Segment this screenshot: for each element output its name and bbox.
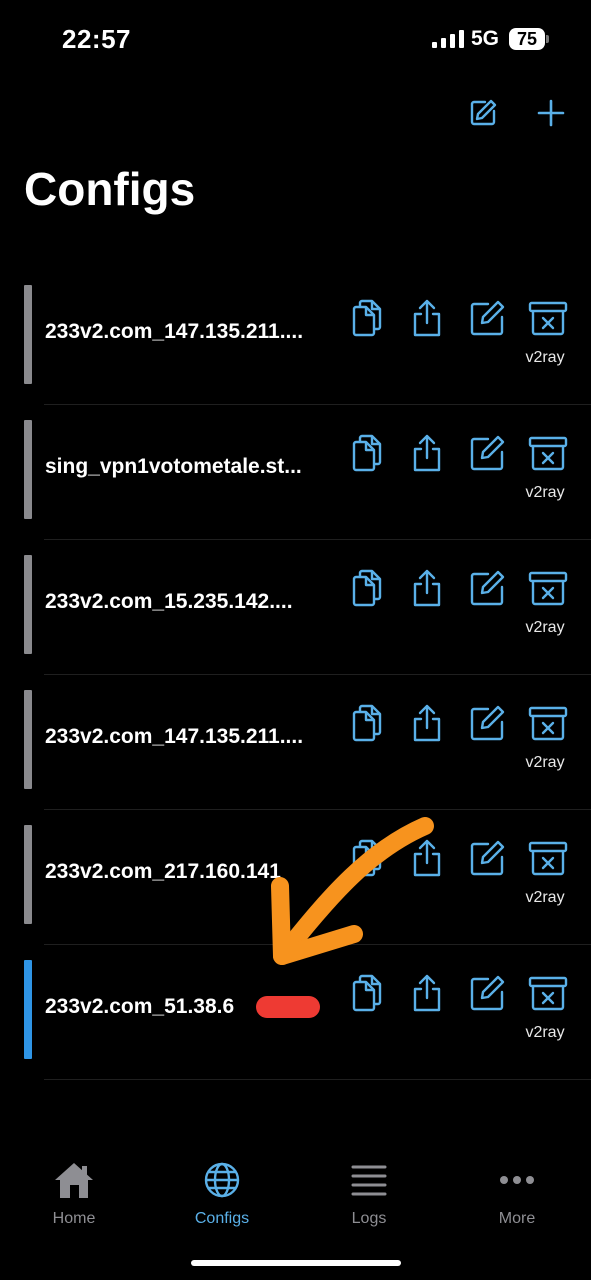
add-config-button[interactable] [532,94,570,132]
config-name[interactable]: sing_vpn1votometale.st... [45,455,335,479]
delete-config-button[interactable] [526,971,570,1015]
config-type: v2ray [525,889,565,906]
inactive-indicator [24,690,32,789]
duplicate-config-button[interactable] [345,296,389,340]
page-title: Configs [24,163,196,215]
status-time: 22:57 [62,24,131,54]
config-type: v2ray [525,349,565,366]
edit-icon [470,570,505,606]
edit-config-button[interactable] [465,566,509,610]
tab-home[interactable]: Home [14,1158,134,1228]
trash-icon [528,976,568,1011]
share-config-button[interactable] [405,971,449,1015]
ellipsis-icon [500,1176,534,1184]
active-indicator [24,960,32,1059]
copy-icon [352,434,382,472]
edit-icon [470,99,497,126]
edit-icon [470,435,505,471]
delete-config-button[interactable] [526,296,570,340]
config-row[interactable]: sing_vpn1votometale.st... v2ray [0,405,591,540]
trash-icon [528,571,568,606]
config-name[interactable]: 233v2.com_15.235.142.... [45,590,335,614]
config-name[interactable]: 233v2.com_147.135.211.... [45,725,335,749]
redaction-mark [256,996,320,1018]
tab-more[interactable]: More [457,1158,577,1228]
house-icon [55,1163,93,1198]
edit-icon [470,300,505,336]
tab-logs[interactable]: Logs [309,1158,429,1228]
copy-icon [352,704,382,742]
row-divider [44,1079,591,1080]
inactive-indicator [24,420,32,519]
inactive-indicator [24,285,32,384]
copy-icon [352,974,382,1012]
share-icon [413,704,441,742]
plus-icon [537,99,565,127]
edit-icon [470,705,505,741]
tab-label: More [498,1210,536,1227]
delete-config-button[interactable] [526,701,570,745]
tab-configs[interactable]: Configs [162,1158,282,1228]
trash-icon [528,301,568,336]
config-type: v2ray [525,1024,565,1041]
share-config-button[interactable] [405,431,449,475]
share-icon [413,299,441,337]
edit-icon [470,975,505,1011]
trash-icon [528,841,568,876]
duplicate-config-button[interactable] [345,971,389,1015]
edit-config-button[interactable] [465,431,509,475]
tab-label: Home [52,1210,96,1227]
edit-config-button[interactable] [465,296,509,340]
list-icon [351,1165,387,1196]
config-type: v2ray [525,619,565,636]
trash-icon [528,436,568,471]
delete-config-button[interactable] [526,836,570,880]
cellular-signal-icon [432,30,464,48]
config-type: v2ray [525,484,565,501]
duplicate-config-button[interactable] [345,431,389,475]
edit-config-button[interactable] [465,971,509,1015]
config-row[interactable]: 233v2.com_147.135.211.... v2ray [0,270,591,405]
copy-icon [352,569,382,607]
battery-level: 75 [509,28,545,50]
duplicate-config-button[interactable] [345,566,389,610]
duplicate-config-button[interactable] [345,701,389,745]
share-icon [413,434,441,472]
status-bar: 22:57 5G 75 [0,0,591,80]
tab-bar: Home Configs Logs More [0,1150,591,1240]
inactive-indicator [24,825,32,924]
copy-icon [352,299,382,337]
delete-config-button[interactable] [526,566,570,610]
config-name[interactable]: 233v2.com_147.135.211.... [45,320,335,344]
inactive-indicator [24,555,32,654]
config-row[interactable]: 233v2.com_15.235.142.... v2ray [0,540,591,675]
share-icon [413,569,441,607]
network-type: 5G [471,27,500,50]
battery-icon: 75 [509,28,549,50]
edit-config-button[interactable] [465,836,509,880]
tab-label: Logs [351,1210,387,1227]
globe-icon [204,1162,240,1198]
edit-config-button[interactable] [465,701,509,745]
tab-label: Configs [194,1210,250,1227]
edit-icon [470,840,505,876]
share-config-button[interactable] [405,296,449,340]
config-row[interactable]: 233v2.com_147.135.211.... v2ray [0,675,591,810]
config-type: v2ray [525,754,565,771]
share-config-button[interactable] [405,701,449,745]
trash-icon [528,706,568,741]
share-icon [413,974,441,1012]
annotation-arrow [271,817,434,965]
share-config-button[interactable] [405,566,449,610]
edit-configs-button[interactable] [464,94,502,132]
delete-config-button[interactable] [526,431,570,475]
home-indicator [191,1260,401,1266]
